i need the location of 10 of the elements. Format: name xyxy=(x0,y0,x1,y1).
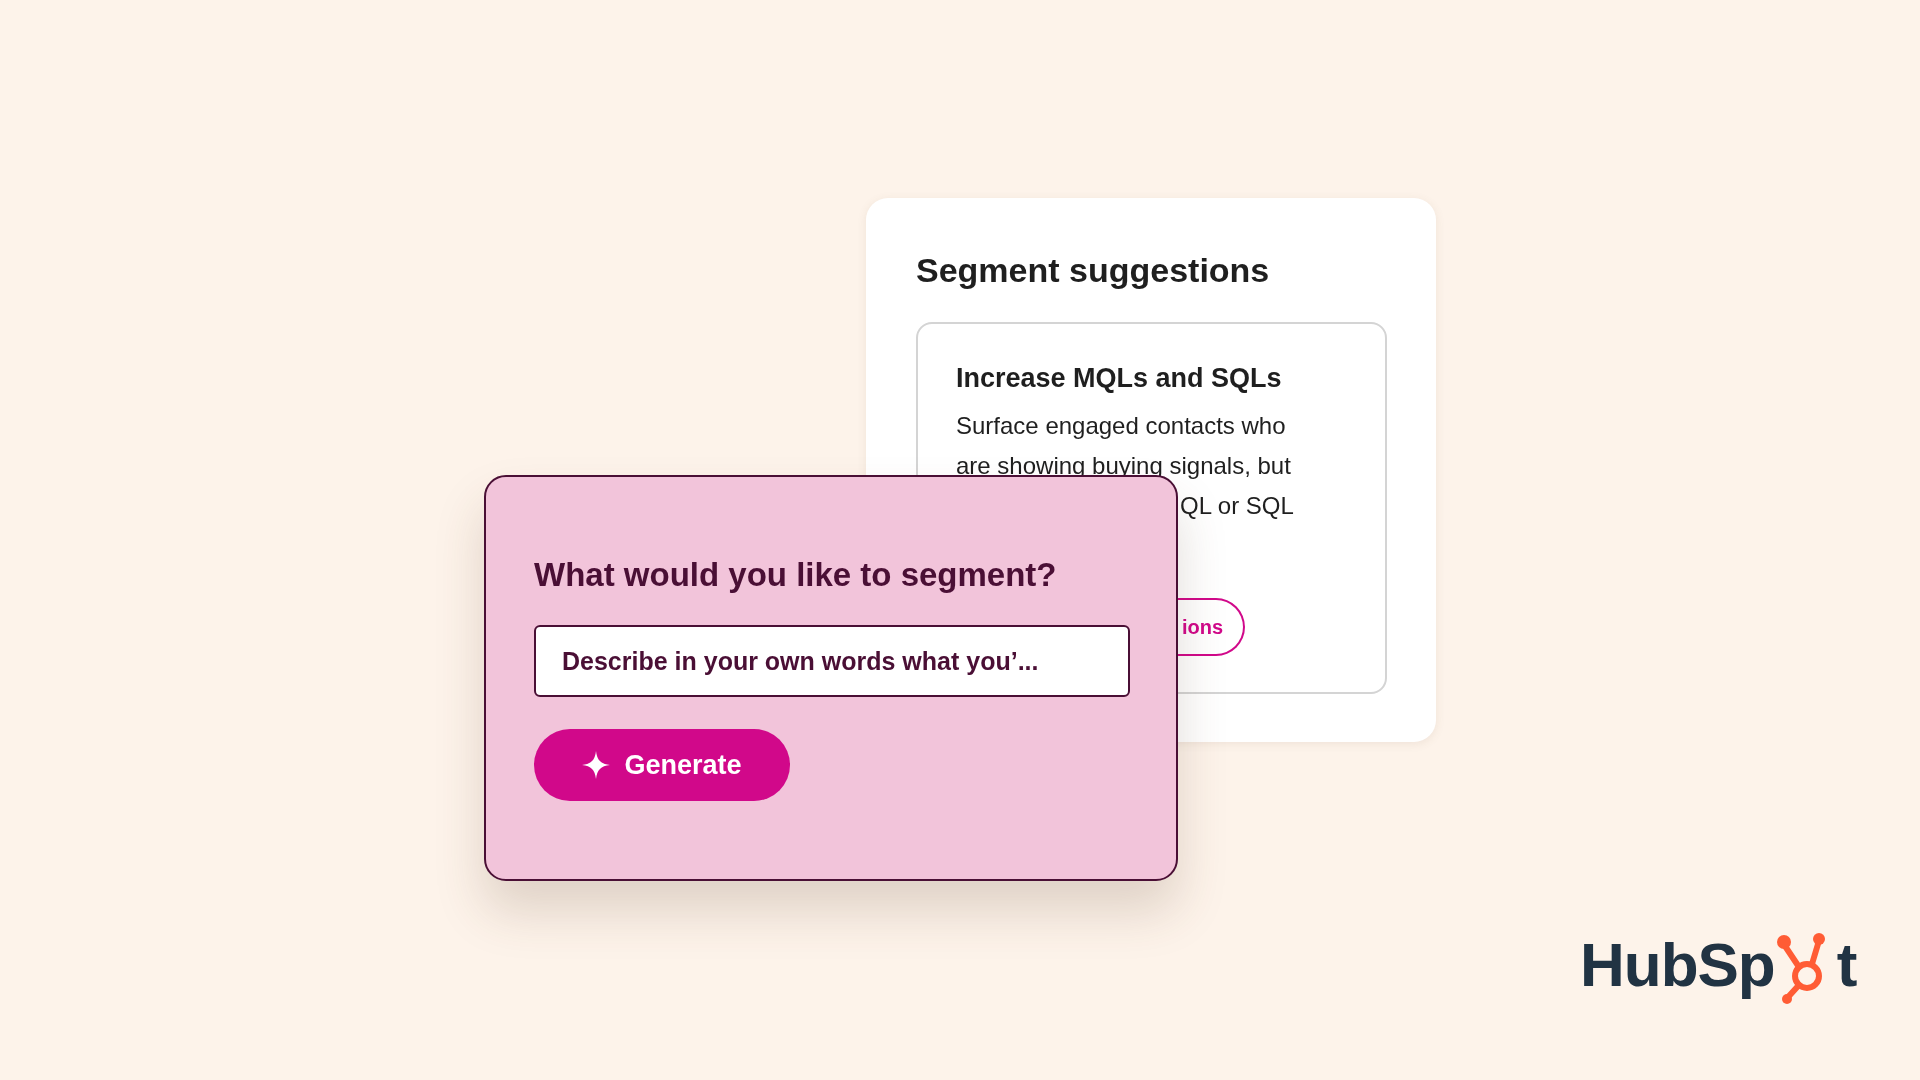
suggestion-button[interactable]: ions xyxy=(1178,598,1246,656)
suggestion-title: Increase MQLs and SQLs xyxy=(956,362,1283,395)
logo-text: t xyxy=(1836,934,1857,996)
suggestion-text: Surface engaged contacts who xyxy=(956,411,1287,441)
prompt-question: What would you like to segment? xyxy=(534,555,1058,595)
suggestion-text: QL or SQL xyxy=(1180,491,1295,521)
card-title: Segment suggestions xyxy=(916,250,1271,291)
generate-button[interactable]: Generate xyxy=(534,729,790,801)
input-field[interactable]: Describe in your own words what you’... xyxy=(534,625,1130,698)
sparkle-icon xyxy=(582,751,611,780)
